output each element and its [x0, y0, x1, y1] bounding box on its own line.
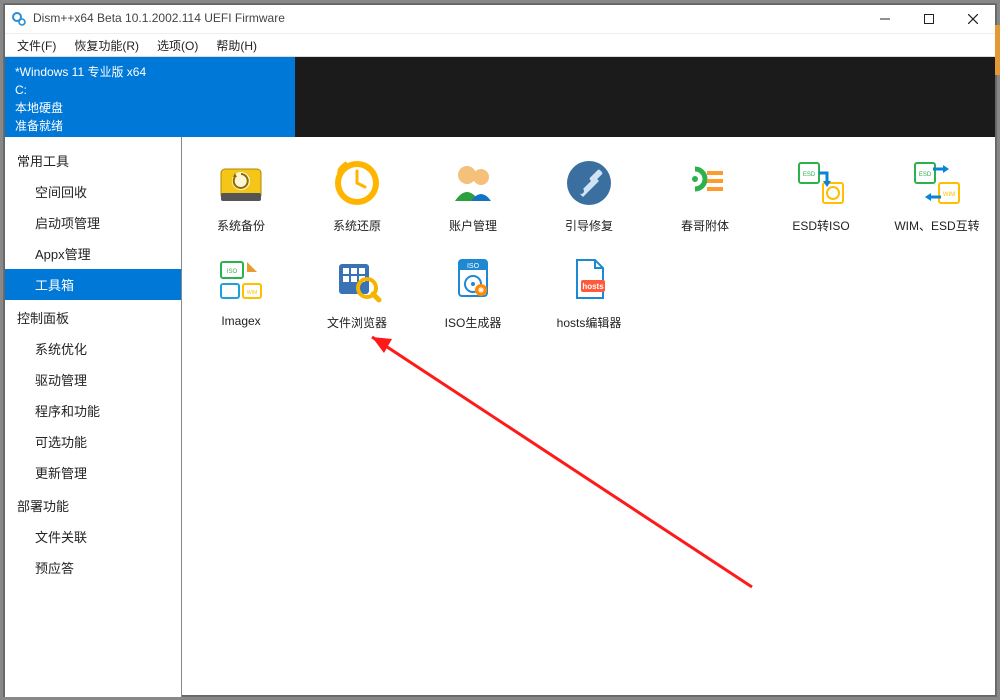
sidebar-item-programs[interactable]: 程序和功能 [5, 395, 181, 426]
tile-boot-repair[interactable]: 引导修复 [548, 155, 630, 234]
info-disk-type: 本地硬盘 [15, 99, 285, 117]
sidebar-item-unattend[interactable]: 预应答 [5, 552, 181, 583]
svg-text:WIM: WIM [247, 290, 257, 296]
toolbox-pane: 系统备份 系统还原 [182, 137, 995, 697]
maximize-button[interactable] [907, 5, 951, 33]
sidebar: 常用工具 空间回收 启动项管理 Appx管理 工具箱 控制面板 系统优化 驱动管… [5, 137, 182, 697]
tile-label: hosts编辑器 [557, 314, 622, 331]
esd-to-iso-icon: ESD [793, 155, 849, 211]
hdd-backup-icon [213, 155, 269, 211]
sidebar-item-system-optimize[interactable]: 系统优化 [5, 333, 181, 364]
svg-text:ISO: ISO [467, 263, 480, 270]
info-status: 准备就绪 [15, 117, 285, 135]
menu-recover[interactable]: 恢复功能(R) [66, 35, 147, 56]
close-button[interactable] [951, 5, 995, 33]
app-gear-icon [11, 11, 27, 27]
tile-esd-to-iso[interactable]: ESD ESD转ISO [780, 155, 862, 234]
menu-file[interactable]: 文件(F) [9, 35, 64, 56]
sidebar-group-control-panel: 控制面板 [5, 300, 181, 333]
title-bar: Dism++x64 Beta 10.1.2002.114 UEFI Firmwa… [5, 5, 995, 34]
iso-maker-icon: ISO [445, 252, 501, 308]
sidebar-group-common-tools: 常用工具 [5, 143, 181, 176]
tile-label: 账户管理 [449, 217, 497, 234]
tile-label: ESD转ISO [792, 217, 849, 234]
info-drive: C: [15, 81, 285, 99]
svg-text:hosts: hosts [582, 282, 604, 291]
wrench-screwdriver-icon [561, 155, 617, 211]
tile-hosts-editor[interactable]: hosts hosts编辑器 [548, 252, 630, 331]
info-os-line: *Windows 11 专业版 x64 [15, 63, 285, 81]
hosts-file-icon: hosts [561, 252, 617, 308]
tool-grid: 系统备份 系统还原 [200, 155, 985, 331]
tile-imagex[interactable]: ISO WIM Imagex [200, 252, 282, 331]
tile-label: WIM、ESD互转 [894, 217, 979, 234]
tile-label: 引导修复 [565, 217, 613, 234]
sidebar-item-update-manage[interactable]: 更新管理 [5, 457, 181, 488]
clock-restore-icon [329, 155, 385, 211]
imagex-icon: ISO WIM [213, 252, 269, 308]
sidebar-item-startup-manage[interactable]: 启动项管理 [5, 207, 181, 238]
svg-text:ESD: ESD [803, 172, 816, 178]
background-window-sliver [995, 25, 1000, 75]
menu-bar: 文件(F) 恢复功能(R) 选项(O) 帮助(H) [5, 34, 995, 57]
tile-label: Imagex [221, 314, 260, 328]
users-icon [445, 155, 501, 211]
tile-account-manage[interactable]: 账户管理 [432, 155, 514, 234]
tile-label: 系统备份 [217, 217, 265, 234]
tile-system-restore[interactable]: 系统还原 [316, 155, 398, 234]
svg-text:WIM: WIM [943, 192, 955, 198]
wim-esd-swap-icon: ESD WIM [909, 155, 965, 211]
image-info-dark-area [295, 57, 995, 137]
window-title: Dism++x64 Beta 10.1.2002.114 UEFI Firmwa… [33, 11, 863, 27]
svg-text:ESD: ESD [919, 172, 932, 178]
image-info-panel[interactable]: *Windows 11 专业版 x64 C: 本地硬盘 准备就绪 [5, 57, 295, 137]
tile-iso-maker[interactable]: ISO ISO生成器 [432, 252, 514, 331]
image-info-strip: *Windows 11 专业版 x64 C: 本地硬盘 准备就绪 [5, 57, 995, 137]
sidebar-item-optional-feat[interactable]: 可选功能 [5, 426, 181, 457]
god-mode-icon [677, 155, 733, 211]
sidebar-item-driver-manage[interactable]: 驱动管理 [5, 364, 181, 395]
menu-help[interactable]: 帮助(H) [208, 35, 265, 56]
tile-label: 春哥附体 [681, 217, 729, 234]
menu-options[interactable]: 选项(O) [149, 35, 206, 56]
tile-label: 文件浏览器 [327, 314, 387, 331]
sidebar-item-space-cleanup[interactable]: 空间回收 [5, 176, 181, 207]
tile-file-browser[interactable]: 文件浏览器 [316, 252, 398, 331]
app-window: Dism++x64 Beta 10.1.2002.114 UEFI Firmwa… [4, 4, 996, 696]
sidebar-item-toolbox[interactable]: 工具箱 [5, 269, 181, 300]
sidebar-item-file-assoc[interactable]: 文件关联 [5, 521, 181, 552]
file-browser-icon [329, 252, 385, 308]
sidebar-group-deployment: 部署功能 [5, 488, 181, 521]
sidebar-item-appx-manage[interactable]: Appx管理 [5, 238, 181, 269]
tile-chunge-attach[interactable]: 春哥附体 [664, 155, 746, 234]
svg-text:ISO: ISO [227, 269, 238, 275]
tile-system-backup[interactable]: 系统备份 [200, 155, 282, 234]
tile-label: ISO生成器 [445, 314, 502, 331]
minimize-button[interactable] [863, 5, 907, 33]
tile-wim-esd-swap[interactable]: ESD WIM WIM、ESD互转 [896, 155, 978, 234]
tile-label: 系统还原 [333, 217, 381, 234]
